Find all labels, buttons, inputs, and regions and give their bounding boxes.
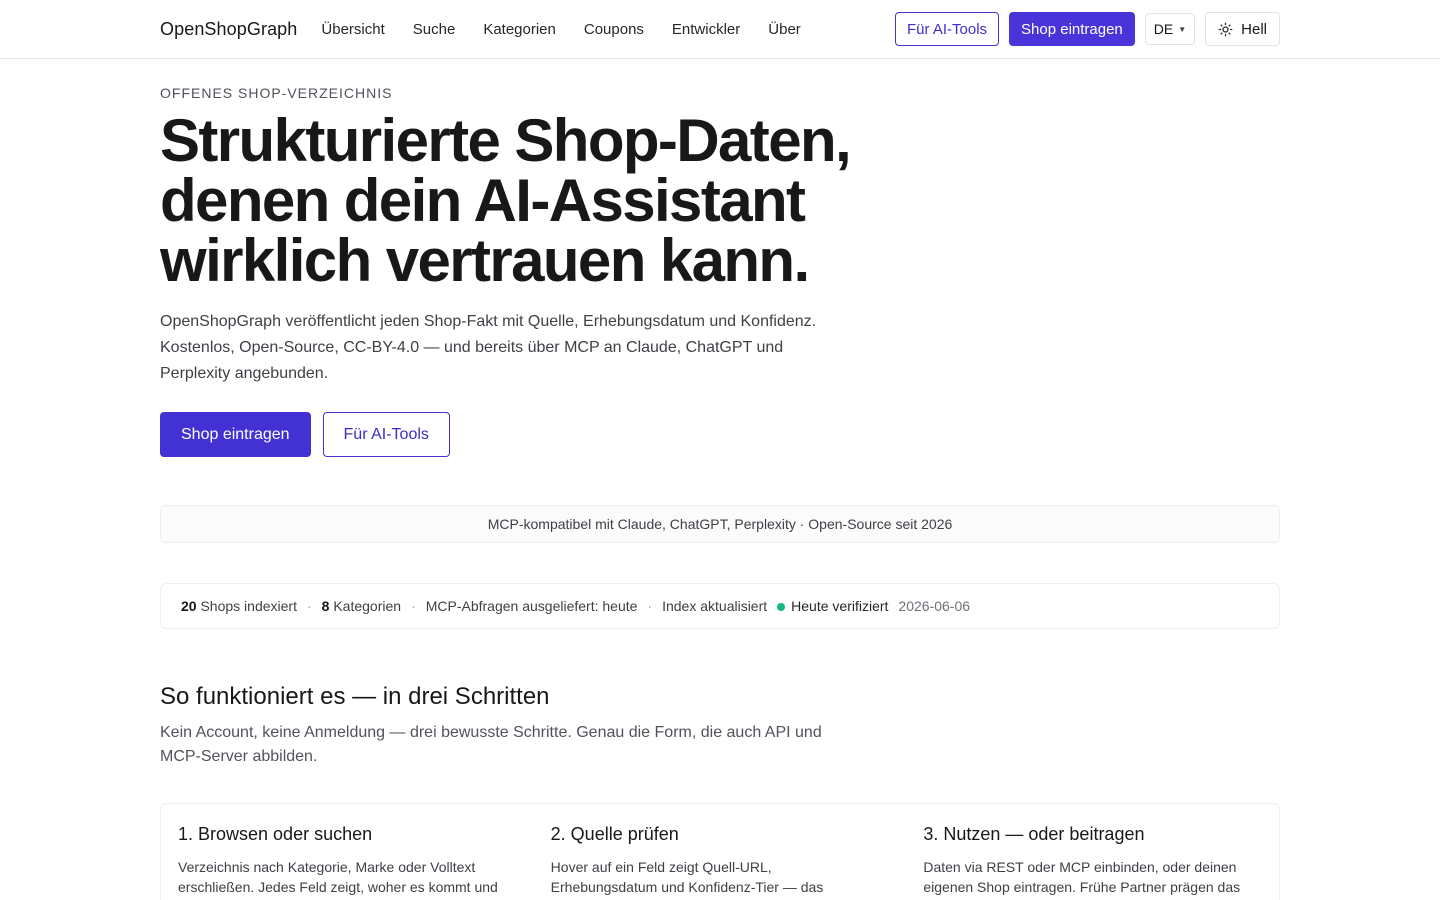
step-text: Hover auf ein Feld zeigt Quell-URL, Erhe…: [550, 859, 849, 900]
hero-cta-group: Shop eintragen Für AI-Tools: [160, 412, 1280, 457]
hero-ai-tools-button[interactable]: Für AI-Tools: [322, 412, 450, 457]
how-it-works-subtitle: Kein Account, keine Anmeldung — drei bew…: [160, 724, 822, 765]
top-nav-bar: OpenShopGraph Übersicht Suche Kategorien…: [0, 0, 1440, 59]
step-text: Daten via REST oder MCP einbinden, oder …: [923, 859, 1241, 900]
add-shop-button[interactable]: Shop eintragen: [1009, 12, 1135, 46]
stats-bar: 20 Shops indexiert · 8 Kategorien · MCP-…: [160, 583, 1280, 629]
header-actions: Für AI-Tools Shop eintragen DE ▼ Hell: [895, 12, 1280, 46]
sun-icon: [1218, 22, 1233, 36]
hero-title-line-2: denen dein AI-Assistant: [160, 167, 806, 234]
nav-item-entwickler[interactable]: Entwickler: [672, 21, 740, 38]
stat-categories-count: 8: [321, 598, 330, 614]
stat-mcp: MCP-Abfragen ausgeliefert: heute: [425, 598, 638, 614]
status-dot-icon: [777, 603, 786, 612]
step-card-1: 1. Browsen oder suchen Verzeichnis nach …: [161, 804, 534, 900]
step-title: 2. Quelle prüfen: [550, 824, 679, 844]
main-content: OFFENES SHOP-VERZEICHNIS Strukturierte S…: [0, 85, 1440, 900]
caret-down-icon: ▼: [1178, 24, 1187, 34]
compat-banner: MCP-kompatibel mit Claude, ChatGPT, Perp…: [160, 505, 1280, 543]
step-card-2: 2. Quelle prüfen Hover auf ein Feld zeig…: [534, 804, 907, 900]
hero-title-line-3: wirklich vertrauen kann.: [160, 227, 810, 294]
nav-item-suche[interactable]: Suche: [413, 21, 456, 38]
verified-label: Heute verifiziert: [791, 598, 889, 614]
hero-eyebrow: OFFENES SHOP-VERZEICHNIS: [160, 85, 393, 101]
stat-categories: 8 Kategorien: [322, 598, 401, 614]
ai-tools-button[interactable]: Für AI-Tools: [895, 12, 1000, 46]
separator-dot: ·: [306, 598, 312, 614]
steps-grid: 1. Browsen oder suchen Verzeichnis nach …: [160, 803, 1280, 900]
stat-shops-count: 20: [181, 598, 197, 614]
hero-add-shop-button[interactable]: Shop eintragen: [160, 412, 311, 457]
separator-dot: ·: [647, 598, 653, 614]
how-it-works-title: So funktioniert es — in drei Schritten: [160, 683, 550, 710]
language-value: DE: [1153, 21, 1174, 37]
step-card-3: 3. Nutzen — oder beitragen Daten via RES…: [906, 804, 1279, 900]
step-title: 3. Nutzen — oder beitragen: [923, 824, 1145, 844]
main-nav: Übersicht Suche Kategorien Coupons Entwi…: [321, 21, 800, 38]
nav-item-ueber[interactable]: Über: [768, 21, 801, 38]
verified-status: Heute verifiziert: [777, 598, 888, 614]
stat-index-label: Index aktualisiert: [662, 598, 768, 614]
verified-date: 2026-06-06: [898, 598, 971, 614]
stat-shops-label: Shops indexiert: [200, 598, 297, 614]
step-title: 1. Browsen oder suchen: [178, 824, 373, 844]
stat-categories-label: Kategorien: [333, 598, 402, 614]
nav-item-kategorien[interactable]: Kategorien: [483, 21, 556, 38]
step-text: Verzeichnis nach Kategorie, Marke oder V…: [178, 859, 498, 900]
nav-item-coupons[interactable]: Coupons: [584, 21, 644, 38]
hero-title: Strukturierte Shop-Daten, denen dein AI-…: [160, 111, 960, 291]
nav-item-uebersicht[interactable]: Übersicht: [321, 21, 384, 38]
theme-toggle[interactable]: Hell: [1205, 12, 1280, 46]
separator-dot: ·: [411, 598, 416, 614]
hero-subtitle: OpenShopGraph veröffentlicht jeden Shop-…: [160, 313, 817, 382]
stat-shops: 20 Shops indexiert: [181, 598, 297, 614]
language-select[interactable]: DE ▼: [1144, 13, 1196, 45]
brand-logo[interactable]: OpenShopGraph: [160, 19, 297, 40]
hero-title-line-1: Strukturierte Shop-Daten,: [160, 107, 852, 174]
theme-label: Hell: [1241, 20, 1267, 38]
